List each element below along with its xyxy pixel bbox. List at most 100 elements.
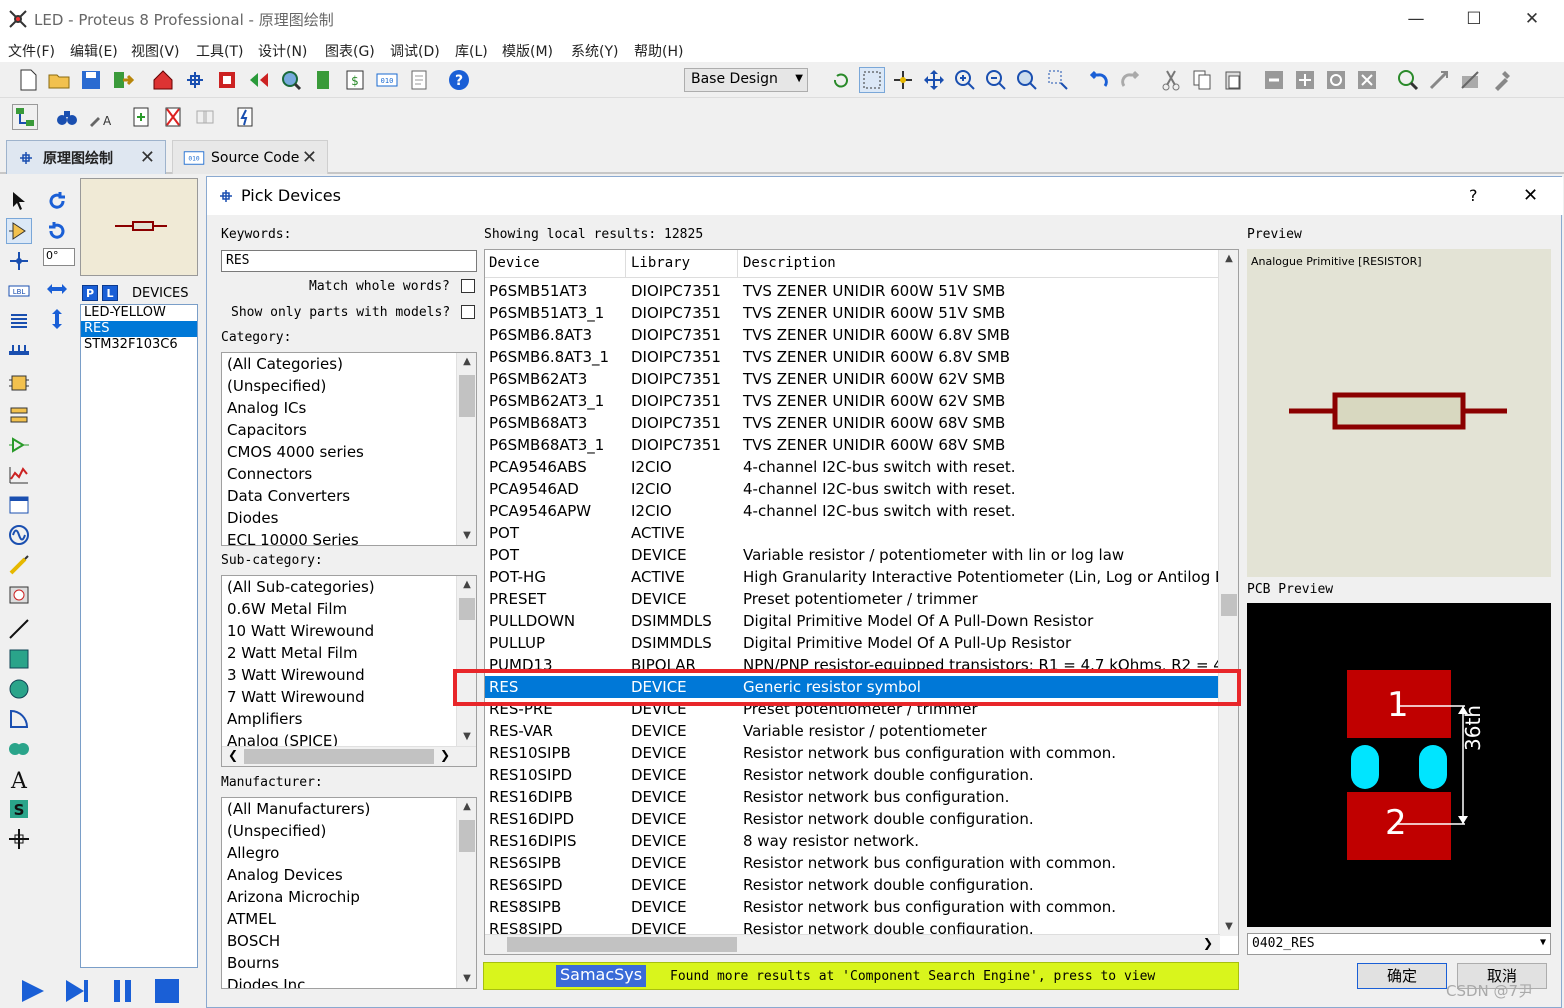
- column-device[interactable]: Device: [489, 255, 540, 271]
- marker-icon[interactable]: [6, 826, 32, 852]
- column-description[interactable]: Description: [743, 255, 836, 271]
- table-row[interactable]: RES16DIPIS DEVICE 8 way resistor network.: [485, 830, 1220, 852]
- copy-icon[interactable]: [1189, 67, 1215, 93]
- remove-sheet-icon[interactable]: [160, 104, 186, 130]
- dialog-close-button[interactable]: ✕: [1523, 185, 1538, 206]
- table-row[interactable]: POT DEVICE Variable resistor / potentiomet…: [485, 544, 1220, 566]
- list-item[interactable]: (All Manufacturers): [222, 798, 476, 820]
- device-pins-icon[interactable]: [6, 432, 32, 458]
- keywords-input[interactable]: RES: [221, 250, 477, 272]
- match-whole-words-checkbox[interactable]: [461, 279, 475, 293]
- circle-icon[interactable]: [6, 676, 32, 702]
- package-selector[interactable]: 0402_RES ▼: [1247, 933, 1551, 955]
- dialog-help-button[interactable]: ?: [1469, 186, 1478, 205]
- results-hscrollbar[interactable]: ❯: [485, 934, 1220, 954]
- list-item[interactable]: 3 Watt Wirewound: [222, 664, 476, 686]
- table-row[interactable]: P6SMB51AT3 DIOIPC7351 TVS ZENER UNIDIR 600…: [485, 280, 1220, 302]
- rotate-anticlockwise-icon[interactable]: [44, 218, 70, 244]
- list-item[interactable]: Analog Devices: [222, 864, 476, 886]
- close-window-button[interactable]: ✕: [1512, 6, 1552, 32]
- text-icon[interactable]: A: [6, 766, 32, 792]
- list-item[interactable]: Arizona Microchip: [222, 886, 476, 908]
- symbol-icon[interactable]: S: [6, 796, 32, 822]
- table-row[interactable]: RES6SIPD DEVICE Resistor network double co…: [485, 874, 1220, 896]
- library-manager-button[interactable]: L: [102, 285, 118, 301]
- table-row[interactable]: P6SMB62AT3 DIOIPC7351 TVS ZENER UNIDIR 600…: [485, 368, 1220, 390]
- list-item[interactable]: Allegro: [222, 842, 476, 864]
- menu-tools[interactable]: 工具(T): [196, 41, 243, 61]
- scroll-right-icon[interactable]: ❯: [440, 748, 450, 762]
- flip-vertical-icon[interactable]: [44, 306, 70, 332]
- redo-icon[interactable]: [1117, 67, 1143, 93]
- voltage-probe-icon[interactable]: [6, 552, 32, 578]
- open-folder-icon[interactable]: [46, 67, 72, 93]
- grid-toggle-icon[interactable]: [859, 67, 885, 93]
- scroll-down-icon[interactable]: ▼: [457, 728, 476, 746]
- step-icon[interactable]: [62, 978, 92, 1004]
- subcategory-scrollbar[interactable]: ▲ ▼: [456, 576, 476, 746]
- table-row[interactable]: P6SMB68AT3_1 DIOIPC7351 TVS ZENER UNIDIR 6…: [485, 434, 1220, 456]
- block-copy-icon[interactable]: [1261, 67, 1287, 93]
- close-tab-icon[interactable]: ✕: [302, 147, 317, 168]
- device-item[interactable]: STM32F103C6: [81, 337, 197, 353]
- manufacturer-scrollbar[interactable]: ▲ ▼: [456, 798, 476, 988]
- component-search-banner[interactable]: SamacSys Found more results at 'Componen…: [483, 962, 1239, 990]
- block-rotate-icon[interactable]: [1323, 67, 1349, 93]
- list-item[interactable]: BOSCH: [222, 930, 476, 952]
- generator-icon[interactable]: [6, 522, 32, 548]
- menu-debug[interactable]: 调试(D): [390, 41, 440, 61]
- component-mode-icon[interactable]: [6, 218, 32, 244]
- table-row[interactable]: PCA9546APW I2CIO 4-channel I2C-bus switch …: [485, 500, 1220, 522]
- list-item[interactable]: (All Sub-categories): [222, 576, 476, 598]
- tab-schematic[interactable]: 原理图绘制 ✕: [6, 140, 166, 174]
- maximize-button[interactable]: ☐: [1454, 6, 1494, 32]
- zoom-all-icon[interactable]: [1014, 67, 1040, 93]
- table-row[interactable]: PCA9546ABS I2CIO 4-channel I2C-bus switch …: [485, 456, 1220, 478]
- line-icon[interactable]: [6, 616, 32, 642]
- gerber-viewer-icon[interactable]: [278, 67, 304, 93]
- new-file-icon[interactable]: [15, 67, 41, 93]
- graph-icon[interactable]: [6, 462, 32, 488]
- box-icon[interactable]: [6, 646, 32, 672]
- path-icon[interactable]: [6, 736, 32, 762]
- packaging-tool-icon[interactable]: [1457, 67, 1483, 93]
- menu-graph[interactable]: 图表(G): [325, 41, 375, 61]
- pan-icon[interactable]: [921, 67, 947, 93]
- menu-library[interactable]: 库(L): [455, 41, 488, 61]
- arc-icon[interactable]: [6, 706, 32, 732]
- tab-source-code[interactable]: 010 Source Code ✕: [172, 140, 328, 174]
- zoom-out-icon[interactable]: [983, 67, 1009, 93]
- table-row[interactable]: P6SMB6.8AT3 DIOIPC7351 TVS ZENER UNIDIR 60…: [485, 324, 1220, 346]
- junction-dot-icon[interactable]: [6, 248, 32, 274]
- table-row[interactable]: P6SMB51AT3_1 DIOIPC7351 TVS ZENER UNIDIR 6…: [485, 302, 1220, 324]
- list-item[interactable]: (All Categories): [222, 353, 476, 375]
- rotation-angle-field[interactable]: 0°: [43, 248, 75, 266]
- subcategory-hscrollbar[interactable]: ❮ ❯: [222, 746, 476, 766]
- pick-parts-icon[interactable]: [1395, 67, 1421, 93]
- list-item[interactable]: (Unspecified): [222, 820, 476, 842]
- ok-button[interactable]: 确定: [1357, 963, 1447, 989]
- table-row[interactable]: PULLDOWN DSIMMDLS Digital Primitive Model …: [485, 610, 1220, 632]
- subcircuit-icon[interactable]: [6, 370, 32, 396]
- hscroll-thumb[interactable]: [244, 749, 434, 764]
- table-row[interactable]: P6SMB6.8AT3_1 DIOIPC7351 TVS ZENER UNIDIR …: [485, 346, 1220, 368]
- menu-help[interactable]: 帮助(H): [634, 41, 683, 61]
- show-models-checkbox[interactable]: [461, 305, 475, 319]
- table-row[interactable]: P6SMB68AT3 DIOIPC7351 TVS ZENER UNIDIR 600…: [485, 412, 1220, 434]
- goto-sheet-icon[interactable]: [192, 104, 218, 130]
- overview-window[interactable]: [80, 178, 198, 276]
- component-icon[interactable]: [310, 67, 336, 93]
- scroll-thumb[interactable]: [459, 820, 475, 852]
- scroll-up-icon[interactable]: ▲: [457, 353, 476, 371]
- cut-icon[interactable]: [1158, 67, 1184, 93]
- text-script-icon[interactable]: [6, 308, 32, 334]
- origin-icon[interactable]: [890, 67, 916, 93]
- table-row[interactable]: PRESET DEVICE Preset potentiometer / trimm…: [485, 588, 1220, 610]
- wire-label-icon[interactable]: LBL: [6, 278, 32, 304]
- scroll-thumb[interactable]: [459, 375, 475, 417]
- save-icon[interactable]: [78, 67, 104, 93]
- list-item[interactable]: Amplifiers: [222, 708, 476, 730]
- column-library[interactable]: Library: [631, 255, 690, 271]
- design-selector[interactable]: Base Design ▼: [684, 68, 808, 92]
- source-code-icon[interactable]: 010: [374, 67, 400, 93]
